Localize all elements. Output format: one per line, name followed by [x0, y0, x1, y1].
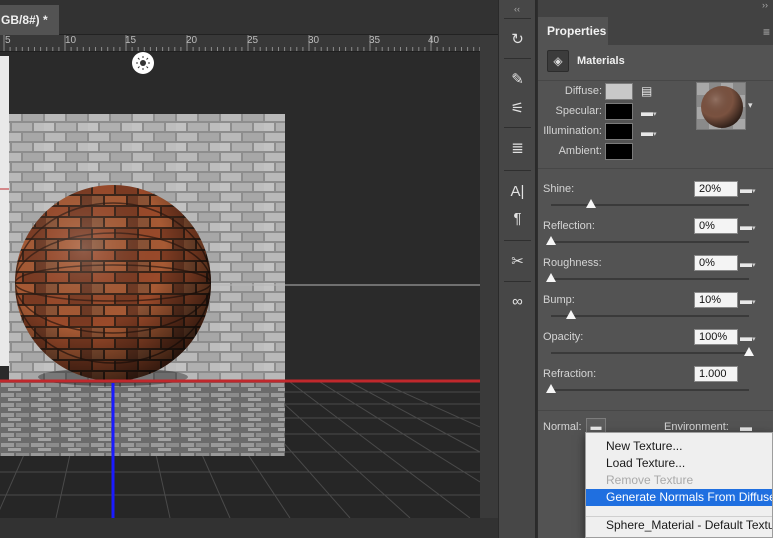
separator — [538, 80, 773, 81]
chevron-down-icon[interactable]: ▾ — [748, 100, 753, 111]
roughness-input[interactable]: 0% — [694, 255, 738, 271]
shine-label: Shine: — [543, 183, 575, 195]
ruler-label: 10 — [65, 35, 77, 46]
menu-item-generate-normals[interactable]: Generate Normals From Diffuse... — [586, 489, 772, 506]
roughness-label: Roughness: — [543, 257, 602, 269]
left-panel-edge — [0, 56, 9, 366]
3d-scene[interactable] — [0, 52, 480, 518]
menu-item-new-texture[interactable]: New Texture... — [586, 438, 772, 455]
ruler-label: 5 — [5, 35, 11, 46]
opacity-slider-row: Opacity: 100% ▬▾ — [538, 329, 773, 366]
document-tab-title: GB/8#) * — [1, 13, 48, 27]
refraction-slider-track[interactable] — [551, 389, 749, 391]
refraction-slider-row: Refraction: 1.000 — [538, 366, 773, 403]
shine-slider-handle[interactable] — [585, 199, 596, 208]
opacity-input[interactable]: 100% — [694, 329, 738, 345]
ruler-label: 30 — [308, 35, 320, 46]
creative-cloud-icon[interactable]: ∞ — [505, 290, 530, 314]
separator — [504, 240, 531, 241]
document-canvas[interactable] — [0, 52, 480, 518]
reflection-label: Reflection: — [543, 220, 595, 232]
material-preview-thumbnail[interactable] — [696, 82, 746, 130]
bump-input[interactable]: 10% — [694, 292, 738, 308]
opacity-label: Opacity: — [543, 331, 584, 343]
roughness-slider-track[interactable] — [551, 278, 749, 280]
bump-slider-row: Bump: 10% ▬▾ — [538, 292, 773, 329]
character-icon[interactable]: A| — [505, 180, 530, 204]
specular-color-swatch[interactable] — [605, 103, 633, 120]
tools-icon[interactable]: ✂ — [505, 250, 530, 274]
ruler-label: 20 — [186, 35, 198, 46]
roughness-slider-handle[interactable] — [546, 273, 556, 282]
bump-slider-handle[interactable] — [565, 310, 576, 319]
refraction-input[interactable]: 1.000 — [694, 366, 738, 382]
reflection-slider-row: Reflection: 0% ▬▾ — [538, 218, 773, 255]
ambient-color-swatch[interactable] — [605, 143, 633, 160]
properties-tab-row: Properties ≡ — [538, 17, 773, 45]
refraction-label: Refraction: — [543, 368, 597, 380]
diffuse-color-swatch[interactable] — [605, 83, 633, 100]
shine-input[interactable]: 20% — [694, 181, 738, 197]
separator — [538, 410, 773, 411]
materials-icon: ◈ — [547, 50, 569, 72]
floor-texture-plane[interactable] — [0, 382, 285, 456]
reflection-slider-handle[interactable] — [546, 236, 556, 245]
paragraph-icon[interactable]: ¶ — [505, 207, 530, 231]
tab-properties[interactable]: Properties — [538, 17, 608, 45]
ruler-label: 40 — [428, 35, 440, 46]
separator — [504, 58, 531, 59]
ruler-label: 35 — [369, 35, 381, 46]
light-gizmo-icon[interactable] — [132, 52, 154, 74]
diffuse-label: Diffuse: — [564, 85, 602, 97]
bump-slider-track[interactable] — [551, 315, 749, 317]
menu-item-sphere-material[interactable]: Sphere_Material - Default Texture — [586, 517, 772, 534]
horizontal-ruler: 5 10 15 20 25 30 35 40 — [0, 35, 480, 52]
specular-folder-icon[interactable]: ▬▾ — [641, 106, 657, 118]
shine-folder-icon[interactable]: ▬▾ — [740, 183, 756, 195]
ruler-label: 25 — [247, 35, 259, 46]
refraction-slider-handle[interactable] — [546, 384, 556, 393]
ambient-row: Ambient: — [538, 143, 773, 161]
specular-label: Specular: — [555, 105, 602, 117]
history-icon[interactable]: ↻ — [505, 28, 530, 52]
canvas-vertical-scrollbar[interactable] — [480, 35, 498, 518]
canvas-status-strip — [0, 518, 498, 538]
reflection-slider-track[interactable] — [551, 241, 749, 243]
panel-menu-icon[interactable]: ≡ — [763, 25, 770, 39]
diffuse-texture-icon[interactable]: ▤ — [641, 85, 655, 97]
illumination-folder-icon[interactable]: ▬▾ — [641, 126, 657, 138]
opacity-folder-icon[interactable]: ▬▾ — [740, 331, 756, 343]
document-tab-bar: GB/8#) * — [0, 0, 498, 35]
ambient-label: Ambient: — [558, 145, 602, 157]
opacity-slider-track[interactable] — [551, 352, 749, 354]
bump-folder-icon[interactable]: ▬▾ — [740, 294, 756, 306]
collapse-panel-icon[interactable]: ›› — [538, 0, 773, 17]
texture-context-menu: New Texture... Load Texture... Remove Te… — [585, 432, 773, 538]
reflection-input[interactable]: 0% — [694, 218, 738, 234]
illumination-color-swatch[interactable] — [605, 123, 633, 140]
separator — [538, 168, 773, 169]
separator — [504, 170, 531, 171]
ruler-label: 15 — [125, 35, 137, 46]
panel-tool-strip: ‹‹ ↻ ✎ ⚟ ≣ A| ¶ ✂ ∞ — [498, 0, 536, 538]
bump-label: Bump: — [543, 294, 575, 306]
menu-item-load-texture[interactable]: Load Texture... — [586, 455, 772, 472]
reflection-folder-icon[interactable]: ▬▾ — [740, 220, 756, 232]
document-tab[interactable]: GB/8#) * — [0, 5, 59, 35]
shine-slider-row: Shine: 20% ▬▾ — [538, 181, 773, 218]
normal-label: Normal: — [543, 421, 582, 433]
separator — [504, 18, 531, 19]
materials-title: Materials — [577, 55, 625, 67]
shine-slider-track[interactable] — [551, 204, 749, 206]
menu-item-remove-texture: Remove Texture — [606, 473, 694, 487]
roughness-folder-icon[interactable]: ▬▾ — [740, 257, 756, 269]
collapse-icon[interactable]: ‹‹ — [499, 4, 535, 14]
separator — [504, 281, 531, 282]
illumination-label: Illumination: — [543, 125, 602, 137]
roughness-slider-row: Roughness: 0% ▬▾ — [538, 255, 773, 292]
opacity-slider-handle[interactable] — [744, 347, 754, 356]
